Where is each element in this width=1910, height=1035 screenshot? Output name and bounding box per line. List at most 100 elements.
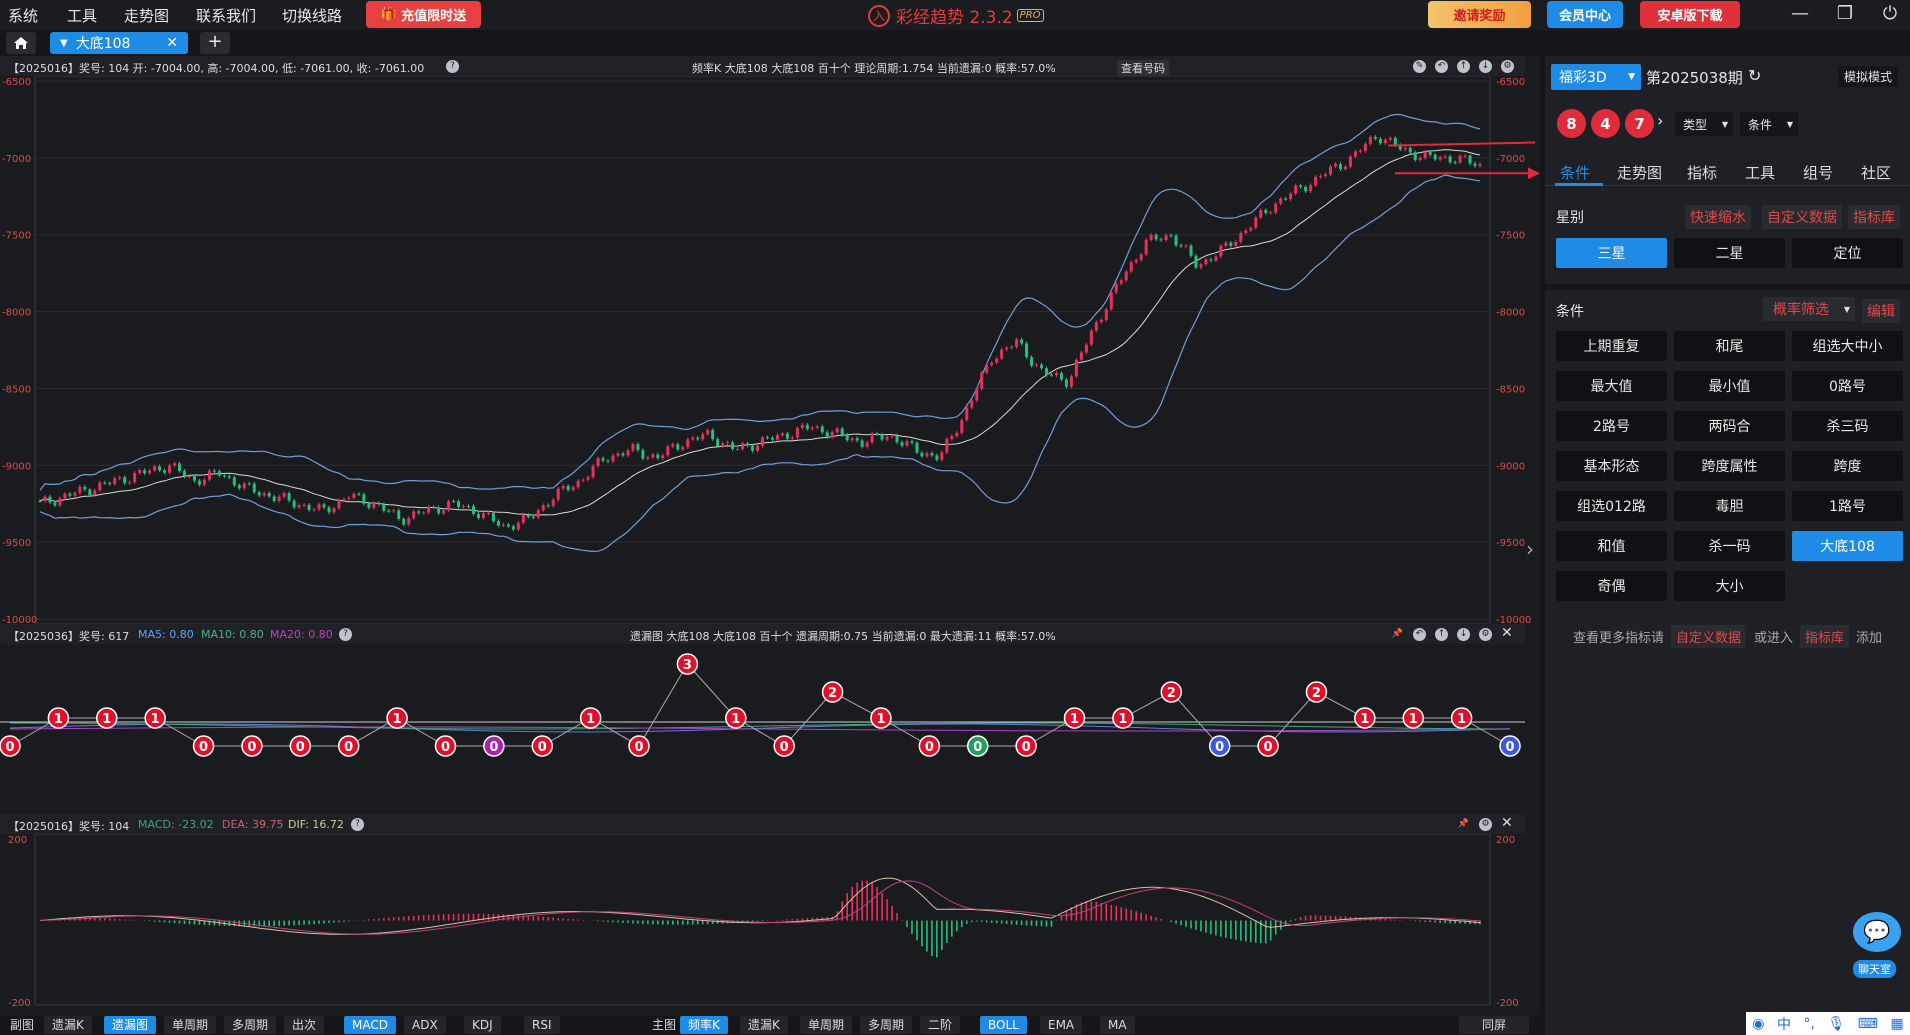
macd-chart[interactable]: 200 200 -200 -200 [0, 834, 1540, 1015]
omission-point[interactable]: 1 [47, 707, 70, 729]
omission-point[interactable]: 1 [1354, 707, 1376, 729]
chat-bubble-icon[interactable]: 💬 [1853, 912, 1901, 952]
sub-chart-btn[interactable]: 多周期 [224, 1016, 277, 1034]
condition-button[interactable]: 大底108 [1792, 531, 1903, 561]
sub-chart-btn[interactable]: 副图 [6, 1016, 38, 1034]
omission-point[interactable]: 2 [1305, 681, 1328, 703]
omission-chart-panel[interactable]: 【2025036】奖号: 617 MA5: 0.80 MA10: 0.80 MA… [0, 624, 1540, 814]
sub-chart-btn[interactable]: 出次 [284, 1016, 325, 1034]
omission-point[interactable]: 1 [96, 707, 118, 729]
menu-grid-icon[interactable]: ▦ [1891, 1016, 1904, 1032]
settings-icon[interactable]: ⚙ [1479, 818, 1492, 831]
omission-point[interactable]: 0 [337, 735, 360, 757]
omission-point[interactable]: 1 [144, 707, 166, 729]
more-index-lib-link[interactable]: 指标库 [1800, 625, 1850, 648]
omission-point[interactable]: 1 [725, 707, 747, 729]
power-icon[interactable]: ⏻ [1875, 3, 1905, 24]
minimize-icon[interactable]: — [1785, 3, 1815, 24]
settings-icon[interactable]: ⚙ [1501, 60, 1514, 73]
tab-daodi108[interactable]: ▼ 大底108 ✕ [50, 32, 188, 54]
undo-icon[interactable]: ↶ [1413, 628, 1426, 641]
menu-contact[interactable]: 联系我们 [196, 5, 256, 26]
main-chart-btn[interactable]: 单周期 [800, 1016, 853, 1034]
omission-point[interactable]: 3 [676, 653, 699, 675]
condition-button[interactable]: 和值 [1556, 531, 1667, 561]
sub-chart-btn[interactable]: MACD [344, 1016, 396, 1034]
star-two-button[interactable]: 二星 [1674, 238, 1785, 268]
omission-point[interactable]: 0 [773, 735, 795, 757]
main-chart-btn[interactable]: EMA [1040, 1016, 1083, 1034]
refresh-icon[interactable]: ↻ [1748, 66, 1761, 85]
candlestick-chart[interactable]: -6500 -6500 -7000 -7000 -7500 -7500 -8000 -8000… [0, 76, 1540, 624]
member-center-button[interactable]: 会员中心 [1547, 1, 1623, 28]
main-chart-btn[interactable]: 二阶 [920, 1016, 961, 1034]
condition-button[interactable]: 跨度属性 [1674, 451, 1785, 481]
quick-zoom-link[interactable]: 快速缩水 [1685, 205, 1751, 229]
more-custom-data-link[interactable]: 自定义数据 [1671, 625, 1747, 648]
view-numbers-button[interactable]: 查看号码 [1117, 60, 1169, 76]
menu-switch-line[interactable]: 切换线路 [282, 5, 342, 26]
omission-point[interactable]: 1 [1112, 707, 1134, 729]
close-icon[interactable]: ✕ [1501, 815, 1513, 831]
close-icon[interactable]: ✕ [166, 35, 178, 51]
omission-point[interactable]: 0 [241, 735, 263, 757]
collapse-sidebar-icon[interactable]: › [1526, 537, 1534, 561]
arrow-up-icon[interactable]: ↑ [1457, 60, 1470, 73]
omission-point[interactable]: 1 [386, 707, 408, 729]
pin-icon[interactable]: 📌 [1457, 818, 1470, 831]
star-three-button[interactable]: 三星 [1556, 238, 1667, 268]
condition-button[interactable]: 毒胆 [1674, 491, 1785, 521]
sub-chart-btn[interactable]: ADX [404, 1016, 446, 1034]
chat-room-button[interactable]: 聊天室 [1853, 960, 1896, 978]
omission-point[interactable]: 0 [483, 735, 505, 757]
omission-chart[interactable]: 0 1 1 1 0 0 0 0 1 0 0 0 1 0 3 1 0 2 1 0 0 0 1 1 2 0 0 2 1 1 1 0 [0, 644, 1540, 814]
help-icon[interactable]: ? [446, 60, 459, 73]
chevron-right-icon[interactable]: › [1657, 111, 1663, 130]
main-chart-panel[interactable]: 【2025016】奖号: 104 开: -7004.00, 高: -7004.0… [0, 56, 1540, 624]
sub-chart-btn[interactable]: KDJ [464, 1016, 501, 1034]
condition-button[interactable]: 杀三码 [1792, 411, 1903, 441]
close-icon[interactable]: ✕ [1501, 625, 1513, 641]
sub-chart-btn[interactable]: RSI [524, 1016, 560, 1034]
omission-point[interactable]: 0 [1015, 735, 1037, 757]
punctuation-icon[interactable]: °, [1804, 1016, 1815, 1032]
sub-chart-btn[interactable]: 单周期 [164, 1016, 217, 1034]
omission-point[interactable]: 0 [628, 735, 650, 757]
omission-point[interactable]: 2 [1160, 681, 1183, 703]
omission-point[interactable]: 0 [918, 735, 941, 757]
arrow-down-icon[interactable]: ↓ [1457, 628, 1470, 641]
omission-point[interactable]: 0 [1257, 735, 1279, 757]
condition-button[interactable]: 2路号 [1556, 411, 1667, 441]
star-position-button[interactable]: 定位 [1792, 238, 1903, 268]
condition-button[interactable]: 0路号 [1792, 371, 1903, 401]
condition-button[interactable]: 组选012路 [1556, 491, 1667, 521]
condition-button[interactable]: 大小 [1674, 571, 1785, 601]
sub-chart-btn[interactable]: 遗漏图 [104, 1016, 157, 1034]
arrow-down-icon[interactable]: ↓ [1479, 60, 1492, 73]
restore-icon[interactable]: ❐ [1830, 3, 1860, 24]
macd-chart-panel[interactable]: 【2025016】奖号: 104 MACD: -23.02 DEA: 39.75… [0, 814, 1540, 1015]
keyboard-icon[interactable]: ⌨ [1858, 1016, 1878, 1032]
nav-tab-tools[interactable]: 工具 [1745, 162, 1775, 183]
menu-system[interactable]: 系统 [8, 5, 38, 26]
ime-toolbar[interactable]: ◉ 中 °, 🎙 ⌨ ▦ [1746, 1012, 1910, 1035]
nav-tab-indicators[interactable]: 指标 [1687, 162, 1717, 183]
omission-point[interactable]: 1 [1063, 707, 1086, 729]
condition-button[interactable]: 两码合 [1674, 411, 1785, 441]
arrow-up-icon[interactable]: ↑ [1435, 628, 1448, 641]
add-tab-button[interactable]: + [200, 32, 230, 54]
condition-button[interactable]: 基本形态 [1556, 451, 1667, 481]
chinese-mode-icon[interactable]: 中 [1777, 1014, 1791, 1034]
home-button[interactable] [6, 32, 36, 54]
index-lib-link[interactable]: 指标库 [1848, 205, 1900, 229]
omission-point[interactable]: 0 [1499, 735, 1521, 757]
main-chart-btn[interactable]: 多周期 [860, 1016, 913, 1034]
omission-point[interactable]: 1 [1450, 707, 1473, 729]
condition-button[interactable]: 1路号 [1792, 491, 1903, 521]
omission-point[interactable]: 0 [434, 735, 457, 757]
main-chart-btn[interactable]: BOLL [980, 1016, 1027, 1034]
settings-icon[interactable]: ⚙ [1479, 628, 1492, 641]
android-download-button[interactable]: 安卓版下载 [1640, 1, 1740, 28]
mic-icon[interactable]: 🎙 [1827, 1016, 1845, 1032]
pin-icon[interactable]: 📌 [1391, 628, 1404, 641]
